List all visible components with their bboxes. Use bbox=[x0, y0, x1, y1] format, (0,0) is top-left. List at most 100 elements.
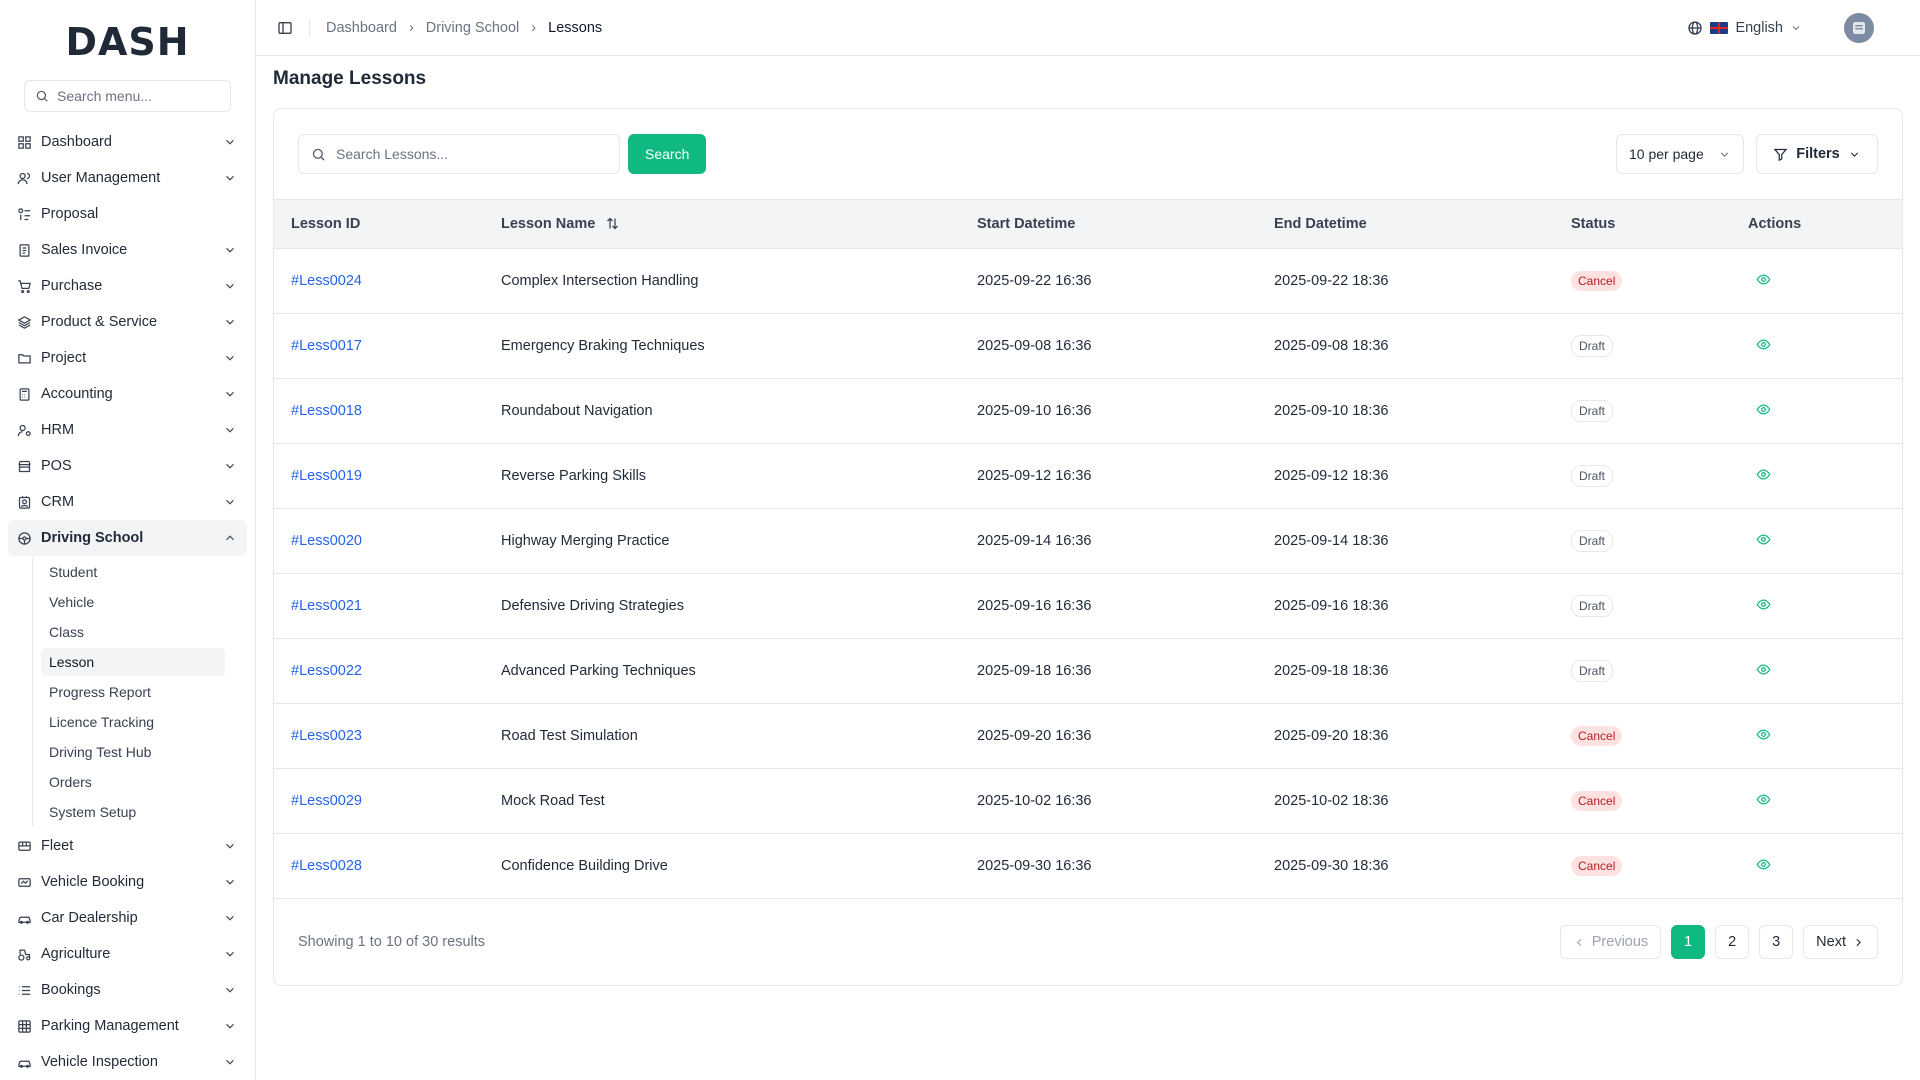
submenu-item-student[interactable]: Student bbox=[41, 558, 225, 586]
lesson-id-link[interactable]: #Less0022 bbox=[291, 663, 362, 679]
sidebar-item-vehicle-booking[interactable]: Vehicle Booking bbox=[8, 864, 247, 900]
breadcrumb-driving-school[interactable]: Driving School bbox=[426, 20, 520, 36]
sidebar-toggle-icon[interactable] bbox=[277, 20, 293, 36]
view-button[interactable] bbox=[1756, 662, 1771, 677]
lesson-id-link[interactable]: #Less0023 bbox=[291, 728, 362, 744]
actions-cell bbox=[1731, 638, 1902, 704]
sidebar-item-product-and-service[interactable]: Product & Service bbox=[8, 304, 247, 340]
sidebar-item-agriculture[interactable]: Agriculture bbox=[8, 936, 247, 972]
search-lessons-input[interactable]: Search Lessons... bbox=[298, 134, 620, 174]
sidebar-item-driving-school[interactable]: Driving School bbox=[8, 520, 247, 556]
sidebar-item-project[interactable]: Project bbox=[8, 340, 247, 376]
submenu-item-licence-tracking[interactable]: Licence Tracking bbox=[41, 708, 225, 736]
lesson-id-link[interactable]: #Less0018 bbox=[291, 403, 362, 419]
column-header-lesson-name[interactable]: Lesson Name bbox=[484, 199, 960, 249]
chevron-down-icon bbox=[226, 139, 234, 145]
sort-icon[interactable] bbox=[605, 216, 620, 231]
sidebar-item-parking-management[interactable]: Parking Management bbox=[8, 1008, 247, 1044]
logo-text: DASH bbox=[65, 20, 190, 64]
driving-school-submenu: Student Vehicle Class Lesson Progress Report… bbox=[32, 558, 247, 826]
view-button[interactable] bbox=[1756, 532, 1771, 547]
sidebar-item-car-dealership[interactable]: Car Dealership bbox=[8, 900, 247, 936]
sidebar-item-crm[interactable]: CRM bbox=[8, 484, 247, 520]
submenu-item-class[interactable]: Class bbox=[41, 618, 225, 646]
calculator-icon bbox=[19, 387, 30, 401]
table-row: #Less0023 Road Test Simulation 2025-09-2… bbox=[274, 703, 1902, 769]
lesson-id-link[interactable]: #Less0024 bbox=[291, 273, 362, 289]
sidebar-item-proposal[interactable]: Proposal bbox=[8, 196, 247, 232]
lesson-id-cell: #Less0019 bbox=[274, 443, 484, 509]
end-datetime-cell: 2025-09-08 18:36 bbox=[1257, 313, 1554, 379]
uk-flag-icon bbox=[1710, 21, 1729, 34]
status-badge: Draft bbox=[1571, 530, 1614, 552]
submenu-item-lesson[interactable]: Lesson bbox=[41, 648, 225, 676]
breadcrumb-dashboard[interactable]: Dashboard bbox=[326, 20, 397, 36]
per-page-select[interactable]: 10 per page bbox=[1616, 134, 1744, 174]
view-button[interactable] bbox=[1756, 337, 1771, 352]
actions-cell bbox=[1731, 833, 1902, 899]
sidebar-item-fleet[interactable]: Fleet bbox=[8, 828, 247, 864]
page-3-button[interactable]: 3 bbox=[1759, 925, 1794, 959]
view-button[interactable] bbox=[1756, 727, 1771, 742]
submenu-item-orders[interactable]: Orders bbox=[41, 768, 225, 796]
submenu-item-vehicle[interactable]: Vehicle bbox=[41, 588, 225, 616]
status-cell: Draft bbox=[1554, 573, 1731, 639]
actions-cell bbox=[1731, 443, 1902, 509]
eye-icon bbox=[1756, 793, 1771, 805]
filters-button[interactable]: Filters bbox=[1756, 134, 1878, 174]
filters-label: Filters bbox=[1796, 146, 1840, 162]
view-button[interactable] bbox=[1756, 857, 1771, 872]
sidebar-item-pos[interactable]: POS bbox=[8, 448, 247, 484]
status-cell: Cancel bbox=[1554, 768, 1731, 834]
lesson-id-cell: #Less0029 bbox=[274, 768, 484, 834]
sidebar-item-bookings[interactable]: Bookings bbox=[8, 972, 247, 1008]
view-button[interactable] bbox=[1756, 402, 1771, 417]
sidebar-item-vehicle-inspection[interactable]: Vehicle Inspection bbox=[8, 1044, 247, 1080]
search-button[interactable]: Search bbox=[628, 134, 707, 174]
eye-icon bbox=[1756, 273, 1771, 285]
page-1-button[interactable]: 1 bbox=[1671, 925, 1706, 959]
list-icon bbox=[18, 985, 31, 995]
sidebar-item-purchase[interactable]: Purchase bbox=[8, 268, 247, 304]
car-check-icon bbox=[18, 1060, 31, 1068]
lesson-id-link[interactable]: #Less0020 bbox=[291, 533, 362, 549]
sidebar-item-dashboard[interactable]: Dashboard bbox=[8, 124, 247, 160]
end-datetime-cell: 2025-09-18 18:36 bbox=[1257, 638, 1554, 704]
submenu-item-driving-test-hub[interactable]: Driving Test Hub bbox=[41, 738, 225, 766]
search-icon bbox=[36, 90, 48, 102]
eye-icon bbox=[1756, 598, 1771, 610]
view-button[interactable] bbox=[1756, 272, 1771, 287]
sidebar-item-accounting[interactable]: Accounting bbox=[8, 376, 247, 412]
sidebar-item-label: Car Dealership bbox=[41, 910, 138, 926]
page-2-button[interactable]: 2 bbox=[1715, 925, 1750, 959]
next-page-button[interactable]: Next bbox=[1803, 925, 1878, 959]
lesson-id-link[interactable]: #Less0021 bbox=[291, 598, 362, 614]
submenu-item-progress-report[interactable]: Progress Report bbox=[41, 678, 225, 706]
avatar[interactable] bbox=[1844, 12, 1874, 43]
view-button[interactable] bbox=[1756, 467, 1771, 482]
bus-icon bbox=[18, 841, 31, 851]
view-button[interactable] bbox=[1756, 597, 1771, 612]
lesson-name-cell: Road Test Simulation bbox=[484, 703, 960, 769]
previous-label: Previous bbox=[1591, 934, 1649, 950]
lesson-id-link[interactable]: #Less0028 bbox=[291, 858, 362, 874]
sidebar-menu: Dashboard User Management Proposal Sales… bbox=[0, 124, 255, 1080]
actions-cell bbox=[1731, 768, 1902, 834]
sidebar-item-sales-invoice[interactable]: Sales Invoice bbox=[8, 232, 247, 268]
sidebar-item-hrm[interactable]: HRM bbox=[8, 412, 247, 448]
sidebar-item-label: Fleet bbox=[41, 838, 74, 854]
language-selector[interactable]: English bbox=[1687, 20, 1802, 36]
lesson-id-link[interactable]: #Less0029 bbox=[291, 793, 362, 809]
sidebar-item-label: Dashboard bbox=[41, 134, 112, 150]
view-button[interactable] bbox=[1756, 792, 1771, 807]
logo[interactable]: DASH bbox=[0, 0, 255, 80]
submenu-item-system-setup[interactable]: System Setup bbox=[41, 798, 225, 826]
sidebar-item-user-management[interactable]: User Management bbox=[8, 160, 247, 196]
lesson-name-cell: Roundabout Navigation bbox=[484, 378, 960, 444]
lesson-id-link[interactable]: #Less0019 bbox=[291, 468, 362, 484]
page-title: Manage Lessons bbox=[273, 68, 427, 89]
chevron-down-icon bbox=[226, 843, 234, 849]
previous-page-button[interactable]: Previous bbox=[1559, 925, 1662, 959]
lesson-id-link[interactable]: #Less0017 bbox=[291, 338, 362, 354]
search-menu-input[interactable]: Search menu... bbox=[24, 80, 231, 112]
